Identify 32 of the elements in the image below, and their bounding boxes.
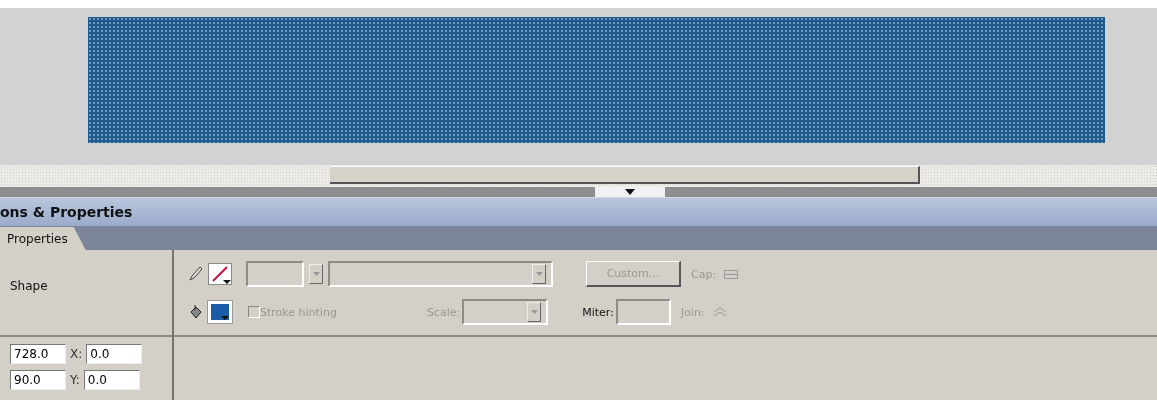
scale-dropdown[interactable]	[462, 299, 549, 325]
horizontal-scrollbar[interactable]	[0, 165, 1157, 187]
scale-label: Scale:	[426, 305, 461, 319]
fill-color-swatch[interactable]	[208, 301, 232, 323]
miter-field[interactable]	[615, 299, 671, 325]
width-field[interactable]: 728.0	[10, 344, 66, 364]
caret-icon	[625, 189, 635, 195]
y-field[interactable]: 0.0	[83, 370, 140, 390]
scrollbar-thumb[interactable]	[330, 166, 920, 184]
panel-title: ons & Properties	[0, 204, 133, 220]
stroke-width-field[interactable]	[246, 261, 304, 287]
y-label: Y:	[70, 373, 80, 387]
collapse-button[interactable]	[595, 187, 665, 197]
caret-icon	[530, 310, 538, 314]
cap-icon[interactable]	[724, 269, 739, 279]
object-type-label: Shape	[10, 279, 48, 293]
paint-bucket-icon	[188, 304, 202, 320]
x-label: X:	[70, 347, 83, 361]
panel-header[interactable]: ons & Properties	[0, 197, 1157, 226]
height-field[interactable]: 90.0	[10, 370, 66, 390]
tab[interactable]: Properties	[0, 227, 86, 250]
caret-icon	[535, 272, 543, 276]
cap-label: Cap:	[691, 267, 717, 281]
stroke-color-swatch[interactable]	[208, 263, 232, 285]
caret-icon	[312, 272, 320, 276]
join-label: Join:	[680, 305, 705, 319]
stroke-style-dropdown[interactable]	[328, 261, 553, 287]
x-field[interactable]: 0.0	[86, 344, 143, 364]
stroke-width-dropdown-button[interactable]	[309, 264, 323, 284]
stroke-hinting-label: Stroke hinting	[260, 305, 337, 319]
pencil-icon	[188, 266, 202, 282]
miter-label: Miter:	[582, 305, 614, 319]
